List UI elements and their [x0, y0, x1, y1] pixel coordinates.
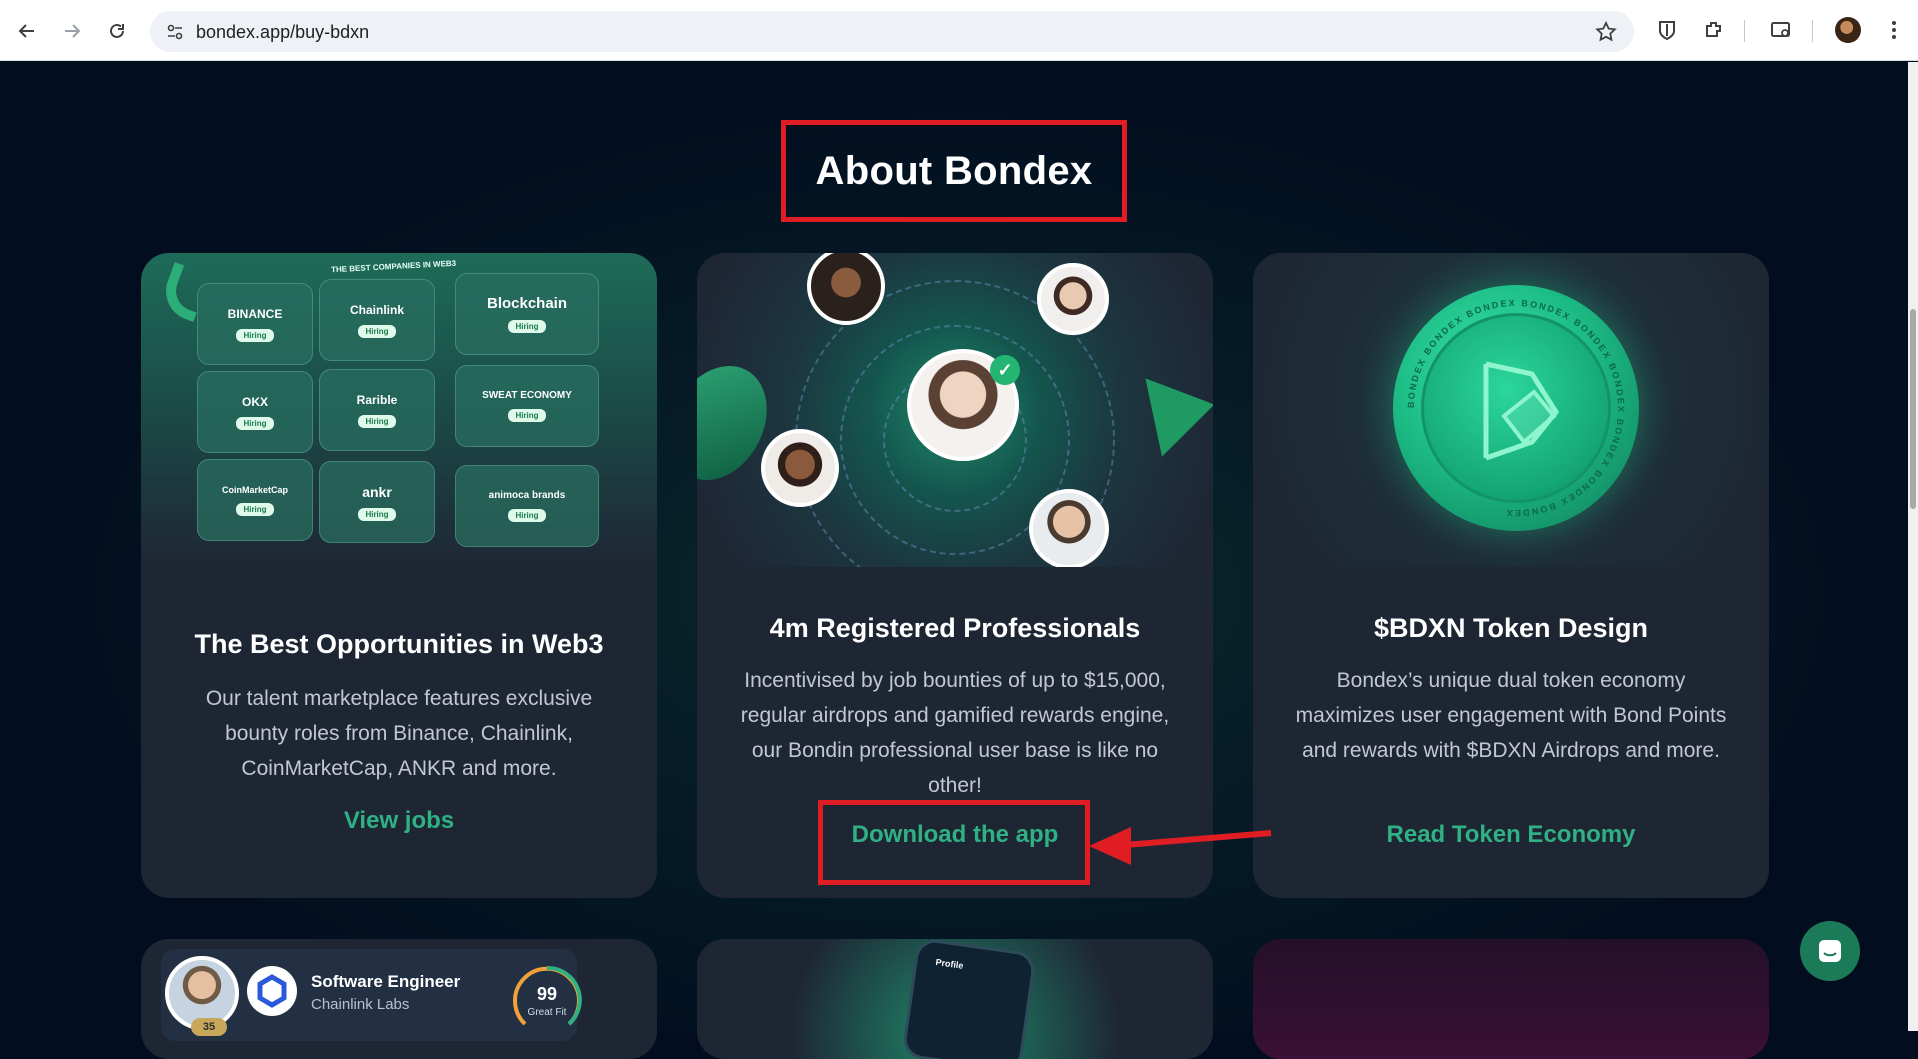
company-tile: Chainlink Hiring	[319, 279, 435, 361]
web3-career-banner	[1253, 939, 1769, 1059]
verified-icon: ✓	[990, 355, 1020, 385]
card-description: Incentivised by job bounties of up to $1…	[740, 669, 1170, 797]
read-token-economy-link[interactable]: Read Token Economy	[1253, 821, 1769, 849]
company-tile: OKX Hiring	[197, 371, 313, 453]
phone-label: Profile	[934, 956, 965, 971]
card-opportunities: THE BEST COMPANIES IN WEB3 BINANCE Hiring…	[141, 253, 657, 898]
company-tile: BINANCE Hiring	[197, 283, 313, 365]
fit-score-label: Great Fit	[527, 1007, 567, 1018]
company-tile: animoca brands Hiring	[455, 465, 599, 547]
menu-icon[interactable]	[1879, 15, 1909, 45]
cast-icon[interactable]	[1766, 15, 1796, 45]
page-title: About Bondex	[815, 148, 1093, 193]
card-title: 4m Registered Professionals	[769, 613, 1141, 643]
address-bar[interactable]: bondex.app/buy-bdxn	[150, 11, 1634, 52]
card-token-design: BONDEX BONDEX BONDEX BONDEX BONDEX BONDE…	[1253, 253, 1769, 898]
phone-mockup: Profile	[901, 939, 1037, 1059]
job-title: Software Engineer	[311, 972, 461, 991]
download-highlight	[818, 800, 1090, 885]
level-badge: 35	[191, 1018, 227, 1036]
fit-score: 99	[536, 984, 558, 1004]
site-info-icon[interactable]	[162, 19, 188, 45]
tab-strip	[0, 0, 1918, 10]
browser-toolbar: bondex.app/buy-bdxn	[0, 0, 1918, 61]
company-tile: CoinMarketCap Hiring	[197, 459, 313, 541]
extensions-icon[interactable]	[1699, 15, 1729, 45]
job-company: Chainlink Labs	[311, 996, 410, 1013]
star-icon[interactable]	[1594, 20, 1618, 44]
reload-icon[interactable]	[100, 14, 134, 48]
annotation-arrow	[1089, 827, 1272, 865]
card-job-match: 35 Software Engineer Chainlink Labs 99 G…	[141, 939, 657, 1059]
company-tile: Blockchain Hiring	[455, 273, 599, 355]
professional-avatar	[761, 429, 839, 507]
professionals-illustration: ✓	[697, 253, 1213, 567]
card-description: Our talent marketplace features exclusiv…	[205, 687, 593, 780]
card-web3-career	[1253, 939, 1769, 1059]
professional-avatar	[1029, 489, 1109, 567]
scrollbar-thumb[interactable]	[1910, 309, 1916, 509]
companies-illustration: THE BEST COMPANIES IN WEB3 BINANCE Hiring…	[141, 253, 657, 567]
toolbar-divider	[1744, 20, 1745, 42]
company-tile: SWEAT ECONOMY Hiring	[455, 365, 599, 447]
heading-highlight: About Bondex	[781, 120, 1127, 222]
chainlink-icon	[247, 966, 297, 1016]
profile-avatar[interactable]	[1835, 17, 1861, 43]
scrollbar[interactable]	[1908, 62, 1918, 1031]
company-tile: Rarible Hiring	[319, 369, 435, 451]
card-title: $BDXN Token Design	[1373, 613, 1649, 643]
bdxn-coin-image: BONDEX BONDEX BONDEX BONDEX BONDEX BONDE…	[1393, 285, 1639, 531]
chat-support-button[interactable]	[1800, 921, 1860, 981]
bitwarden-icon[interactable]	[1652, 15, 1682, 45]
view-jobs-link[interactable]: View jobs	[141, 807, 657, 835]
chat-icon	[1819, 940, 1841, 962]
decorative-shape	[1145, 365, 1213, 457]
coin-face	[1421, 313, 1611, 503]
card-app-preview: Profile	[697, 939, 1213, 1059]
companies-label: THE BEST COMPANIES IN WEB3	[330, 258, 457, 275]
token-illustration: BONDEX BONDEX BONDEX BONDEX BONDEX BONDE…	[1253, 253, 1769, 567]
toolbar-divider	[1812, 20, 1813, 42]
job-match-card: 35 Software Engineer Chainlink Labs 99 G…	[161, 949, 582, 1041]
url-text[interactable]: bondex.app/buy-bdxn	[196, 22, 369, 43]
card-description: Bondex’s unique dual token economy maxim…	[1295, 669, 1727, 762]
company-tile: ankr Hiring	[319, 461, 435, 543]
card-title: The Best Opportunities in Web3	[194, 629, 604, 659]
bondex-logo-icon	[1483, 361, 1560, 461]
forward-icon[interactable]	[55, 14, 89, 48]
professional-avatar	[1037, 263, 1109, 335]
back-icon[interactable]	[10, 14, 44, 48]
